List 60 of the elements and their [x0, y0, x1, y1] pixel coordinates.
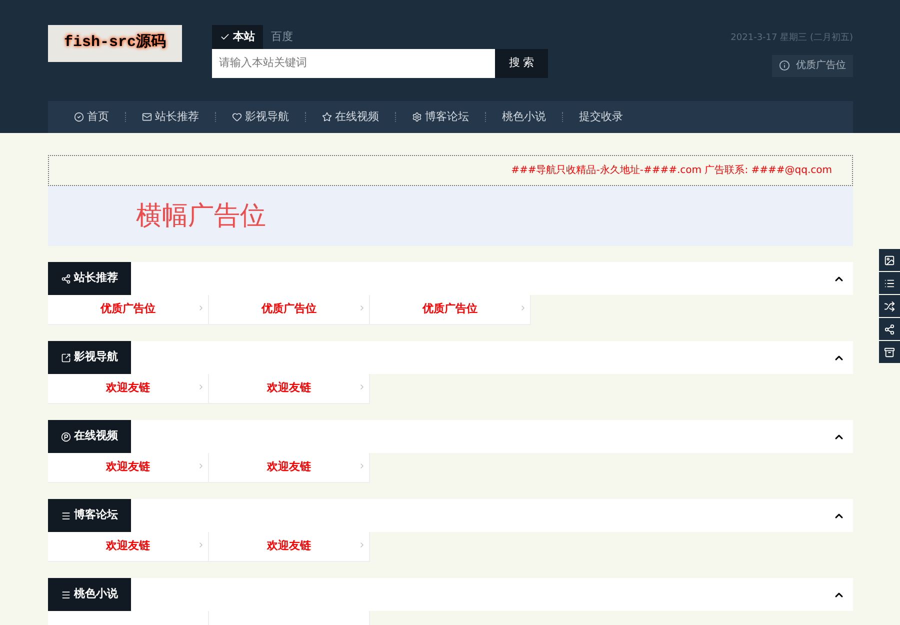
link-card[interactable]: 欢迎友链	[209, 453, 370, 483]
check-circle-icon	[74, 112, 84, 122]
link-card[interactable]: 欢迎友链	[209, 374, 370, 404]
section-title: 桃色小说	[48, 578, 131, 611]
side-tool-button[interactable]	[879, 249, 900, 271]
check-icon	[220, 32, 230, 42]
chevron-right-icon	[197, 462, 205, 470]
p-circle-icon	[61, 432, 71, 442]
info-icon	[779, 60, 790, 71]
banner-ad: 横幅广告位	[48, 186, 853, 246]
chevron-right-icon	[358, 304, 366, 312]
star-icon	[322, 112, 332, 122]
link-card[interactable]: 欢迎友链	[209, 532, 370, 562]
date-text: 2021-3-17 星期三 (二月初五)	[730, 32, 853, 45]
shuffle-icon	[884, 300, 895, 312]
link-card[interactable]: 优质广告位	[370, 295, 531, 325]
chevron-right-icon	[197, 304, 205, 312]
nav-link[interactable]: 桃色小说	[498, 108, 550, 126]
nav-link[interactable]: 站长推荐	[138, 108, 203, 126]
link-card[interactable]: 优质广告位	[48, 295, 209, 325]
chevron-right-icon	[358, 541, 366, 549]
search-engine-tab[interactable]: 百度	[263, 25, 301, 49]
chevron-right-icon	[519, 304, 527, 312]
image-icon	[884, 254, 895, 266]
section-title: 博客论坛	[48, 499, 131, 532]
search-button[interactable]: 搜 索	[495, 49, 548, 78]
link-card[interactable]: 优质广告位	[209, 295, 370, 325]
link-card[interactable]: 欢迎友链	[48, 453, 209, 483]
section-title: 在线视频	[48, 420, 131, 453]
search-field[interactable]: 请输入本站关键词	[212, 49, 495, 78]
gear-icon	[412, 112, 422, 122]
archive-icon	[884, 346, 895, 358]
link-card[interactable]: 欢迎友链	[48, 374, 209, 404]
link-card[interactable]: 欢迎友链	[48, 532, 209, 562]
nav-link[interactable]: 博客论坛	[408, 108, 473, 126]
nav-link[interactable]: 影视导航	[228, 108, 293, 126]
side-tool-button[interactable]	[879, 341, 900, 363]
section-title: 站长推荐	[48, 262, 131, 295]
logo[interactable]: fish-src源码	[48, 25, 182, 62]
ad-button[interactable]: 优质广告位	[772, 54, 853, 76]
nav-link[interactable]: 首页	[70, 108, 113, 126]
chevron-right-icon	[358, 462, 366, 470]
chevron-right-icon	[358, 383, 366, 391]
side-tool-button[interactable]	[879, 295, 900, 317]
menu-icon	[61, 510, 71, 520]
menu-icon	[61, 590, 71, 600]
chevron-right-icon	[197, 383, 205, 391]
side-tool-button[interactable]	[879, 318, 900, 340]
share-square-icon	[61, 352, 71, 362]
heart-icon	[232, 112, 242, 122]
section-title: 影视导航	[48, 341, 131, 374]
side-tool-button[interactable]	[879, 272, 900, 294]
share-icon	[884, 324, 895, 334]
nav-link[interactable]: 提交收录	[575, 108, 627, 126]
share-icon	[61, 274, 71, 284]
nav-link[interactable]: 在线视频	[318, 108, 383, 126]
mail-icon	[142, 112, 152, 122]
search-engine-tab[interactable]: 本站	[212, 25, 263, 49]
chevron-right-icon	[197, 541, 205, 549]
list-icon	[884, 278, 895, 288]
